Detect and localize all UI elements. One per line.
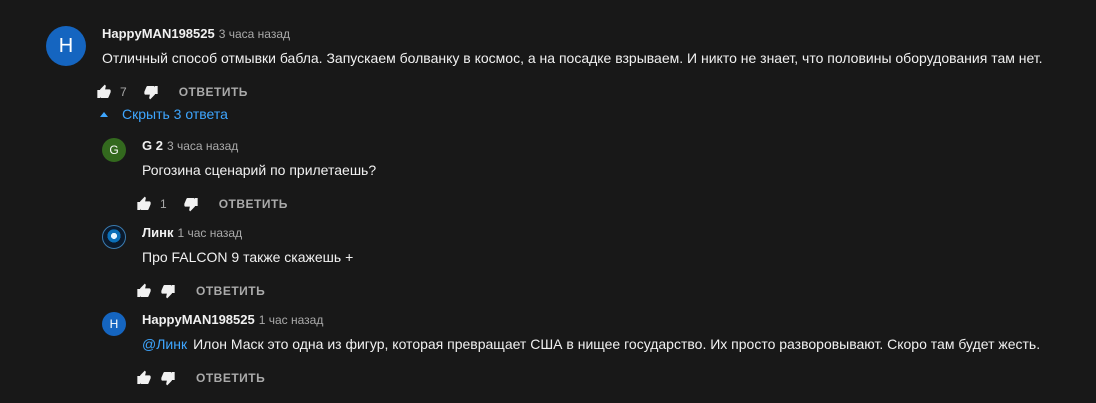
- like-count: 1: [160, 197, 167, 211]
- like-icon[interactable]: [134, 281, 154, 301]
- reply-body: Линк 1 час назад Про FALCON 9 также скаж…: [137, 225, 354, 301]
- reply-button[interactable]: ОТВЕТИТЬ: [196, 284, 265, 298]
- avatar[interactable]: H: [46, 26, 86, 66]
- top-divider: [0, 0, 1096, 4]
- like-icon[interactable]: [134, 368, 154, 388]
- comment-thread: H HappyMAN198525 3 часа назад Отличный с…: [46, 26, 1043, 102]
- hide-replies-button[interactable]: Скрыть 3 ответа: [100, 106, 228, 122]
- like-count: 7: [120, 85, 127, 99]
- reply-actions: 1 ОТВЕТИТЬ: [134, 194, 376, 214]
- dislike-icon[interactable]: [141, 82, 161, 102]
- reply-header: Линк 1 час назад: [142, 225, 353, 243]
- comment-header: HappyMAN198525 3 часа назад: [102, 26, 1043, 44]
- reply-time[interactable]: 1 час назад: [177, 226, 242, 240]
- reply-header: G 2 3 часа назад: [142, 138, 376, 156]
- reply-item: Линк 1 час назад Про FALCON 9 также скаж…: [102, 225, 353, 301]
- reply-text-content: Илон Маск это одна из фигур, которая пре…: [193, 336, 1041, 352]
- reply-header: HappyMAN198525 1 час назад: [142, 312, 1040, 330]
- reply-body: G 2 3 часа назад Рогозина сценарий по пр…: [137, 138, 377, 214]
- avatar[interactable]: H: [102, 312, 126, 336]
- avatar[interactable]: [102, 225, 126, 249]
- reply-time[interactable]: 1 час назад: [259, 313, 324, 327]
- caret-up-icon: [100, 111, 108, 117]
- comment-time[interactable]: 3 часа назад: [219, 27, 290, 41]
- reply-text: @Линк Илон Маск это одна из фигур, котора…: [142, 334, 1040, 354]
- reply-button[interactable]: ОТВЕТИТЬ: [179, 85, 248, 99]
- comment-actions: 7 ОТВЕТИТЬ: [94, 82, 1043, 102]
- dislike-icon[interactable]: [158, 368, 178, 388]
- comment-text: Отличный способ отмывки бабла. Запускаем…: [102, 50, 1043, 66]
- reply-time[interactable]: 3 часа назад: [167, 139, 238, 153]
- reply-button[interactable]: ОТВЕТИТЬ: [219, 197, 288, 211]
- like-icon[interactable]: [94, 82, 114, 102]
- mention-link[interactable]: @Линк: [142, 336, 187, 352]
- avatar-letter: H: [58, 34, 74, 57]
- reply-button[interactable]: ОТВЕТИТЬ: [196, 371, 265, 385]
- like-icon[interactable]: [134, 194, 154, 214]
- comment-author[interactable]: HappyMAN198525: [102, 26, 215, 41]
- reply-actions: ОТВЕТИТЬ: [134, 281, 353, 301]
- reply-author[interactable]: G 2: [142, 138, 163, 153]
- avatar-letter: H: [109, 317, 119, 331]
- reply-item: H HappyMAN198525 1 час назад @Линк Илон М…: [102, 312, 1040, 388]
- avatar[interactable]: G: [102, 138, 126, 162]
- reply-item: G G 2 3 часа назад Рогозина сценарий по …: [102, 138, 376, 214]
- reply-text: Про FALCON 9 также скажешь +: [142, 249, 354, 265]
- dislike-icon[interactable]: [158, 281, 178, 301]
- reply-author[interactable]: Линк: [142, 225, 173, 240]
- dislike-icon[interactable]: [181, 194, 201, 214]
- reply-text: Рогозина сценарий по прилетаешь?: [142, 162, 377, 178]
- reply-body: HappyMAN198525 1 час назад @Линк Илон Мас…: [137, 312, 1040, 388]
- avatar-letter: G: [109, 143, 119, 157]
- reply-author[interactable]: HappyMAN198525: [142, 312, 255, 327]
- reply-actions: ОТВЕТИТЬ: [134, 368, 1040, 388]
- comment-body: HappyMAN198525 3 часа назад Отличный спо…: [97, 26, 1043, 102]
- hide-replies-label: Скрыть 3 ответа: [122, 106, 228, 122]
